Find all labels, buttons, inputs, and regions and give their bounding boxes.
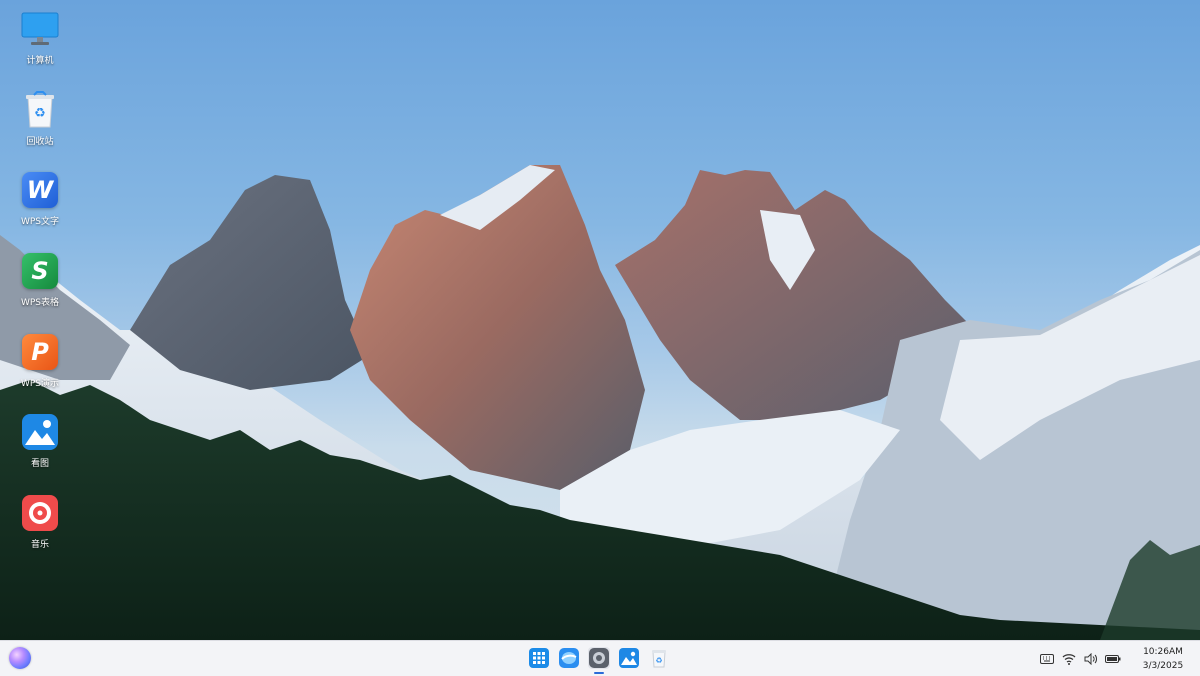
svg-text:♻: ♻ — [655, 656, 662, 665]
svg-text:♻: ♻ — [34, 106, 46, 121]
computer-icon — [21, 10, 59, 48]
desktop-icon-image-viewer[interactable]: 看图 — [0, 403, 80, 473]
taskbar-clock[interactable]: 10:26AM 3/3/2025 — [1130, 645, 1196, 673]
music-icon — [21, 494, 59, 532]
desktop-icon-recycle-bin[interactable]: ♻ 回收站 — [0, 81, 80, 151]
desktop-icon-wps-spreadsheet[interactable]: S WPS表格 — [0, 242, 80, 312]
desktop-icon-label: WPS演示 — [20, 379, 60, 389]
battery-icon[interactable] — [1104, 650, 1122, 668]
desktop-icon-music[interactable]: 音乐 — [0, 484, 80, 554]
clock-date: 3/3/2025 — [1142, 660, 1184, 671]
taskbar-app-launcher-button[interactable] — [528, 647, 550, 669]
desktop-icon-label: 看图 — [30, 459, 49, 469]
browser-icon — [559, 648, 579, 668]
recycle-bin-icon: ♻ — [652, 650, 666, 668]
recycle-bin-icon: ♻ — [21, 91, 59, 129]
taskbar: ♻ 10:26AM 3/3/2025 — [0, 640, 1200, 676]
desktop[interactable]: 计算机 ♻ 回收站 W WPS文字 S WPS表格 P WPS演示 看图 音乐 — [0, 0, 1200, 640]
taskbar-recycle-bin-button[interactable]: ♻ — [648, 647, 670, 669]
wifi-icon[interactable] — [1060, 650, 1078, 668]
wps-writer-icon: W — [21, 171, 59, 209]
desktop-icon-label: 回收站 — [26, 137, 54, 147]
wallpaper — [0, 165, 1200, 640]
desktop-icon-computer[interactable]: 计算机 — [0, 0, 80, 70]
system-tray: 10:26AM 3/3/2025 — [1038, 641, 1200, 676]
desktop-icon-wps-writer[interactable]: W WPS文字 — [0, 161, 80, 231]
keyboard-icon[interactable] — [1038, 650, 1056, 668]
desktop-icon-label: 音乐 — [30, 540, 49, 550]
volume-icon[interactable] — [1082, 650, 1100, 668]
taskbar-settings-button[interactable] — [588, 647, 610, 674]
settings-icon — [589, 648, 609, 668]
taskbar-pinned-apps: ♻ — [528, 647, 670, 674]
taskbar-browser-button[interactable] — [558, 647, 580, 669]
image-viewer-icon — [21, 413, 59, 451]
clock-time: 10:26AM — [1143, 646, 1183, 657]
wps-spreadsheet-icon: S — [21, 252, 59, 290]
desktop-icon-label: 计算机 — [26, 56, 54, 66]
grid-apps-icon — [529, 648, 549, 668]
desktop-icon-wps-presentation[interactable]: P WPS演示 — [0, 323, 80, 393]
desktop-icon-label: WPS表格 — [20, 298, 60, 308]
taskbar-image-viewer-button[interactable] — [618, 647, 640, 669]
start-orb-icon[interactable] — [9, 647, 31, 669]
desktop-icon-label: WPS文字 — [20, 217, 60, 227]
image-viewer-icon — [619, 648, 639, 668]
wps-presentation-icon: P — [21, 333, 59, 371]
